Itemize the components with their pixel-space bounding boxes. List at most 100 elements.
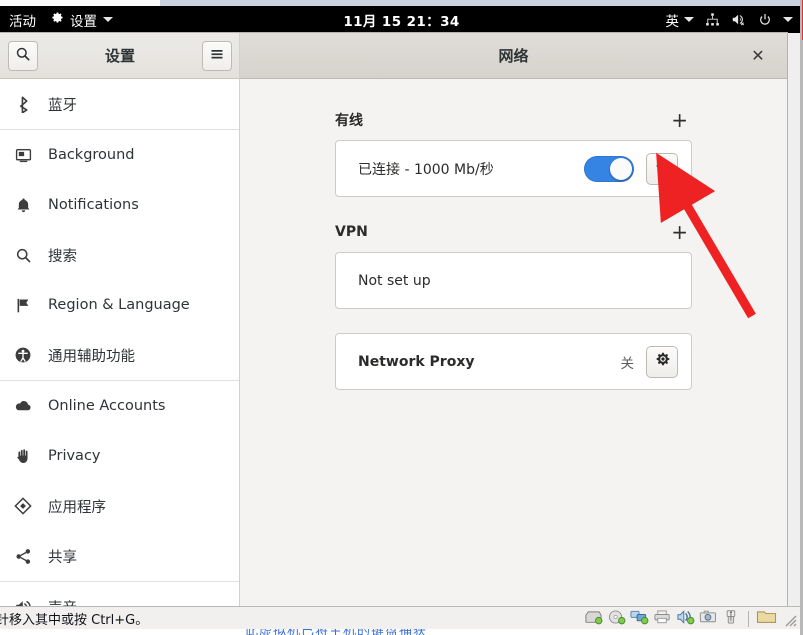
panel-body: 有线 + 已连接 - 1000 Mb/秒 VPN + Not set up Ne… [240, 79, 787, 390]
sidebar-item-label: 应用程序 [48, 499, 106, 516]
add-vpn-button[interactable]: + [667, 222, 692, 242]
screen-root: 活动 设置 11月 15 21：34 英 设置 蓝牙 Background No… [0, 0, 803, 635]
sidebar-item-sound[interactable]: 声音 [0, 582, 239, 606]
resize-grip[interactable] [783, 612, 797, 626]
network-adapter-icon[interactable] [630, 609, 649, 629]
top-bar-left-group: 活动 设置 [0, 10, 113, 30]
host-status-bar: 针移入其中或按 Ctrl+G。 [0, 606, 803, 629]
gear-icon [50, 11, 64, 29]
sidebar-item-label: 共享 [48, 549, 77, 566]
app-menu-label: 设置 [70, 13, 97, 30]
wired-card: 已连接 - 1000 Mb/秒 [335, 140, 692, 197]
app-menu-button[interactable]: 设置 [50, 10, 113, 30]
sidebar-item-label: Privacy [48, 448, 101, 464]
menu-button[interactable] [202, 40, 232, 71]
clock-button[interactable]: 11月 15 21：34 [343, 10, 459, 30]
hand-icon [14, 448, 32, 465]
network-proxy-card: Network Proxy 关 [335, 333, 692, 390]
flag-icon [14, 297, 32, 314]
sidebar-item-label: 通用辅助功能 [48, 348, 135, 365]
network-proxy-row[interactable]: Network Proxy 关 [336, 334, 691, 389]
audio-icon[interactable] [676, 609, 695, 629]
gear-icon [654, 158, 671, 179]
bluetooth-icon [14, 95, 32, 113]
settings-sidebar: 设置 蓝牙 Background Notifications 搜索 Region… [0, 33, 240, 606]
cloud-icon [14, 397, 32, 415]
vpn-card: Not set up [335, 252, 692, 309]
printer-icon[interactable] [653, 609, 672, 629]
wired-connection-row: 已连接 - 1000 Mb/秒 [336, 141, 691, 196]
network-panel: 网络 ✕ 有线 + 已连接 - 1000 Mb/秒 VPN + Not set … [240, 33, 787, 606]
close-button[interactable]: ✕ [747, 45, 769, 67]
network-proxy-status: 关 [620, 355, 635, 372]
apps-icon [14, 497, 32, 515]
hamburger-menu-icon [209, 46, 225, 65]
vm-device-icons [584, 607, 797, 630]
sidebar-item-privacy[interactable]: Privacy [0, 431, 239, 481]
top-bar-right-group: 英 [665, 6, 793, 33]
gnome-top-bar: 活动 设置 11月 15 21：34 英 [0, 6, 803, 33]
sidebar-item-background[interactable]: Background [0, 130, 239, 180]
sidebar-list: 蓝牙 Background Notifications 搜索 Region & … [0, 79, 239, 606]
sidebar-item-search[interactable]: 搜索 [0, 230, 239, 280]
chevron-down-icon[interactable] [783, 17, 793, 22]
sidebar-item-accessibility[interactable]: 通用辅助功能 [0, 330, 239, 380]
wired-gear-button[interactable] [646, 152, 678, 185]
activities-button[interactable]: 活动 [9, 10, 36, 30]
vpn-section-title: VPN [335, 224, 368, 240]
sidebar-item-bluetooth[interactable]: 蓝牙 [0, 79, 239, 129]
sidebar-header: 设置 [0, 33, 239, 79]
sidebar-item-online-accounts[interactable]: Online Accounts [0, 381, 239, 431]
vpn-status-label: Not set up [358, 272, 431, 289]
optical-disk-icon[interactable] [607, 609, 626, 629]
network-proxy-gear-button[interactable] [646, 345, 678, 378]
sidebar-item-label: Region & Language [48, 297, 190, 313]
vpn-status-row: Not set up [336, 253, 691, 308]
sidebar-item-label: 蓝牙 [48, 97, 77, 114]
wired-connection-label: 已连接 - 1000 Mb/秒 [358, 161, 494, 178]
search-button[interactable] [8, 40, 38, 71]
sidebar-item-notifications[interactable]: Notifications [0, 180, 239, 230]
settings-window: 设置 蓝牙 Background Notifications 搜索 Region… [0, 33, 787, 606]
host-bottom-text: 此虚拟机已将主机的键盘捕获 [245, 629, 427, 635]
add-wired-button[interactable]: + [667, 110, 692, 130]
toggle-knob [610, 157, 632, 180]
sidebar-item-label: 声音 [48, 597, 77, 607]
hard-disk-icon[interactable] [584, 609, 603, 629]
chevron-down-icon [684, 17, 694, 22]
speaker-icon [14, 598, 32, 606]
gear-icon [654, 351, 671, 372]
wired-section-header: 有线 + [335, 109, 692, 131]
accessibility-icon [14, 346, 32, 364]
volume-muted-icon[interactable] [731, 12, 747, 27]
sidebar-item-label: Notifications [48, 197, 139, 213]
input-method-label: 英 [665, 13, 680, 30]
shared-folder-icon[interactable] [756, 609, 777, 629]
input-method-button[interactable]: 英 [665, 10, 694, 30]
sidebar-item-region-language[interactable]: Region & Language [0, 280, 239, 330]
page-title: 网络 [498, 47, 529, 65]
usb-icon[interactable] [722, 609, 741, 629]
webcam-icon[interactable] [699, 609, 718, 629]
sidebar-item-label: Background [48, 147, 135, 163]
search-icon [14, 247, 32, 264]
bell-icon [14, 197, 32, 214]
wired-toggle[interactable] [584, 155, 634, 182]
network-wired-icon[interactable] [705, 12, 720, 27]
power-icon[interactable] [758, 13, 772, 27]
status-divider [748, 610, 749, 627]
sidebar-item-sharing[interactable]: 共享 [0, 531, 239, 581]
panel-header: 网络 ✕ [240, 33, 787, 79]
network-proxy-label: Network Proxy [358, 353, 475, 370]
sidebar-item-label: 搜索 [48, 248, 77, 265]
host-status-text: 针移入其中或按 Ctrl+G。 [0, 612, 149, 628]
sidebar-item-applications[interactable]: 应用程序 [0, 481, 239, 531]
host-bottom-strip: 此虚拟机已将主机的键盘捕获 [0, 629, 803, 635]
share-icon [14, 548, 32, 565]
sidebar-item-label: Online Accounts [48, 398, 166, 414]
search-icon [15, 46, 31, 66]
wired-section-title: 有线 [335, 113, 363, 129]
vpn-section-header: VPN + [335, 221, 692, 243]
